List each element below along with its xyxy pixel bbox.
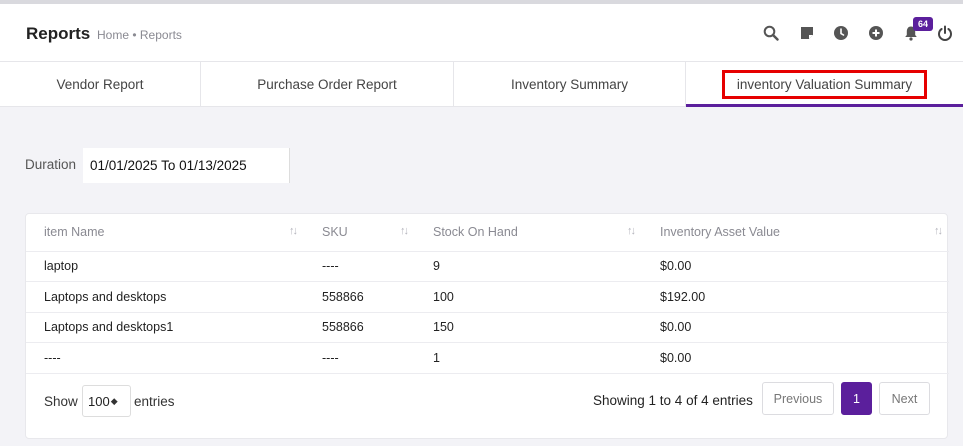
- next-button[interactable]: Next: [879, 382, 930, 415]
- breadcrumb[interactable]: Home • Reports: [97, 28, 182, 42]
- sort-icon: ↑↓: [627, 225, 636, 237]
- table-row: laptop ---- 9 $0.00: [26, 251, 949, 282]
- table-info: Showing 1 to 4 of 4 entries: [593, 393, 753, 408]
- header: Reports Home • Reports 64: [0, 4, 963, 62]
- column-header-item-name[interactable]: item Name ↑↓: [26, 214, 304, 252]
- cell-asset-value: $0.00: [642, 251, 949, 282]
- valuation-table-card: item Name ↑↓ SKU ↑↓ Stock On Hand ↑↓ Invent…: [25, 213, 949, 439]
- cell-stock-on-hand: 9: [415, 251, 642, 282]
- cell-asset-value: $0.00: [642, 312, 949, 343]
- duration-input[interactable]: [83, 148, 290, 183]
- cell-stock-on-hand: 1: [415, 342, 642, 374]
- cell-asset-value: $192.00: [642, 281, 949, 313]
- page-title: Reports: [26, 24, 91, 43]
- table-header-row: item Name ↑↓ SKU ↑↓ Stock On Hand ↑↓ Invent…: [26, 214, 949, 252]
- cell-sku: 558866: [304, 281, 415, 313]
- column-header-label: item Name: [44, 225, 105, 240]
- notification-badge: 64: [913, 17, 933, 31]
- entries-label: entries: [134, 394, 175, 409]
- column-header-sku[interactable]: SKU ↑↓: [304, 214, 415, 252]
- page-length-select[interactable]: 100 ◆: [82, 385, 131, 417]
- tab-label: Vendor Report: [56, 77, 144, 92]
- tab-label: Inventory Summary: [510, 77, 629, 92]
- column-header-label: Stock On Hand: [433, 225, 518, 240]
- duration-label: Duration: [25, 157, 77, 172]
- tab-label: inventory Valuation Summary: [721, 69, 928, 99]
- cell-stock-on-hand: 100: [415, 281, 642, 313]
- previous-button[interactable]: Previous: [762, 382, 834, 415]
- sort-icon: ↑↓: [934, 225, 943, 237]
- show-label: Show: [44, 394, 78, 409]
- report-tabs: Vendor Report Purchase Order Report Inve…: [0, 62, 963, 107]
- power-icon[interactable]: [936, 24, 954, 42]
- tab-inventory-valuation-summary[interactable]: inventory Valuation Summary: [686, 62, 963, 107]
- cell-item-name: Laptops and desktops1: [26, 312, 304, 343]
- tab-inventory-summary[interactable]: Inventory Summary: [454, 62, 686, 107]
- updown-arrow-icon: ◆: [110, 395, 118, 406]
- table-row: Laptops and desktops1 558866 150 $0.00: [26, 312, 949, 343]
- column-header-stock-on-hand[interactable]: Stock On Hand ↑↓: [415, 214, 642, 252]
- column-header-label: Inventory Asset Value: [660, 225, 780, 240]
- page-1-button[interactable]: 1: [841, 382, 872, 415]
- cell-item-name: Laptops and desktops: [26, 281, 304, 313]
- valuation-table: item Name ↑↓ SKU ↑↓ Stock On Hand ↑↓ Invent…: [26, 214, 949, 374]
- sort-icon: ↑↓: [289, 225, 298, 237]
- page-length-value: 100: [88, 393, 110, 409]
- tab-purchase-order-report[interactable]: Purchase Order Report: [201, 62, 454, 107]
- tab-vendor-report[interactable]: Vendor Report: [0, 62, 201, 107]
- table-row: ---- ---- 1 $0.00: [26, 342, 949, 374]
- cell-item-name: laptop: [26, 251, 304, 282]
- cell-sku: ----: [304, 251, 415, 282]
- cell-stock-on-hand: 150: [415, 312, 642, 343]
- plus-circle-icon[interactable]: [867, 24, 885, 42]
- tab-label: Purchase Order Report: [257, 77, 397, 92]
- cell-asset-value: $0.00: [642, 342, 949, 374]
- search-icon[interactable]: [762, 24, 780, 42]
- cell-sku: ----: [304, 342, 415, 374]
- cell-item-name: ----: [26, 342, 304, 374]
- note-icon[interactable]: [798, 24, 816, 42]
- table-row: Laptops and desktops 558866 100 $192.00: [26, 281, 949, 313]
- column-header-inventory-asset-value[interactable]: Inventory Asset Value ↑↓: [642, 214, 949, 252]
- clock-icon[interactable]: [832, 24, 850, 42]
- cell-sku: 558866: [304, 312, 415, 343]
- sort-icon: ↑↓: [400, 225, 409, 237]
- column-header-label: SKU: [322, 225, 348, 240]
